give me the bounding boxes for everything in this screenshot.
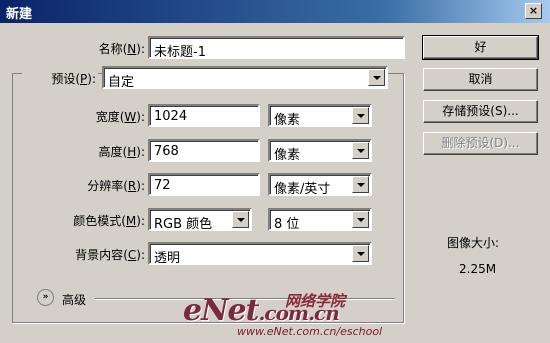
height-unit-select[interactable]: 像素 <box>268 139 372 162</box>
image-size-value: 2.25M <box>459 262 497 276</box>
save-preset-button[interactable]: 存储预设(S)... <box>423 100 538 123</box>
chevron-down-icon[interactable] <box>352 176 369 193</box>
image-size-label: 图像大小: <box>447 236 500 250</box>
close-icon[interactable]: × <box>525 3 542 19</box>
width-unit-select[interactable]: 像素 <box>268 104 372 127</box>
chevron-down-icon[interactable] <box>352 245 369 262</box>
preset-label: 预设(P): <box>22 70 98 87</box>
name-input[interactable]: 未标题-1 <box>148 36 405 59</box>
ok-button[interactable]: 好 <box>422 35 539 60</box>
resolution-unit-select[interactable]: 像素/英寸 <box>268 173 372 196</box>
resolution-input[interactable]: 72 <box>148 173 260 196</box>
cancel-button[interactable]: 取消 <box>423 68 538 91</box>
chevron-down-icon[interactable] <box>352 211 369 228</box>
resolution-label: 分辨率(R): <box>87 179 145 193</box>
watermark-cn-text: 网络学院 <box>285 292 346 310</box>
color-mode-label: 颜色模式(M): <box>73 214 145 228</box>
delete-preset-button: 删除预设(D)... <box>423 132 538 155</box>
width-label: 宽度(W): <box>95 110 145 124</box>
chevron-down-icon[interactable] <box>368 69 385 86</box>
chevron-down-icon[interactable] <box>232 211 249 228</box>
color-mode-select[interactable]: RGB 颜色 <box>148 208 252 231</box>
chevron-down-icon[interactable] <box>352 142 369 159</box>
chevron-down-icon[interactable] <box>352 107 369 124</box>
width-input[interactable]: 1024 <box>148 104 260 127</box>
title-bar: 新建 × <box>0 0 550 23</box>
expand-advanced-icon[interactable]: » <box>37 289 54 306</box>
background-select[interactable]: 透明 <box>148 242 372 265</box>
window-title: 新建 <box>6 7 33 22</box>
preset-select[interactable]: 自定 <box>102 66 388 89</box>
background-label: 背景内容(C): <box>75 248 145 262</box>
height-input[interactable]: 768 <box>148 139 260 162</box>
advanced-label[interactable]: 高级 <box>62 291 86 308</box>
bit-depth-select[interactable]: 8 位 <box>268 208 372 231</box>
name-label: 名称(N): <box>98 42 145 56</box>
height-label: 高度(H): <box>98 145 145 159</box>
watermark-url: www.eNet.com.cn/eschool <box>237 325 383 338</box>
